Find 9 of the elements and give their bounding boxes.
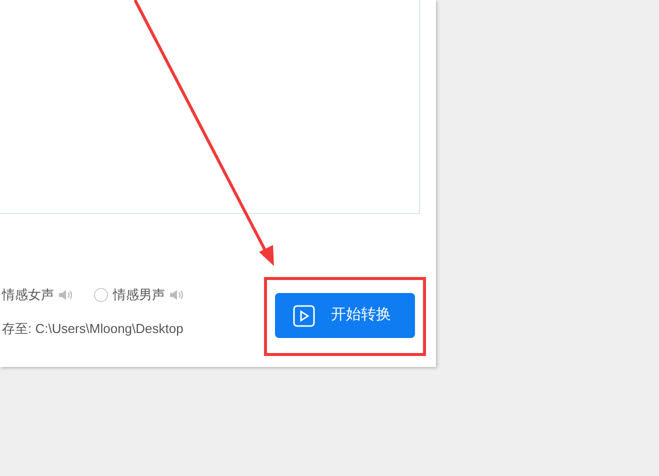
text-area[interactable] xyxy=(0,0,420,214)
start-button[interactable]: 开始转换 xyxy=(275,293,415,338)
radio-button[interactable] xyxy=(94,288,108,302)
speaker-icon xyxy=(58,289,72,301)
play-icon xyxy=(293,304,315,326)
voice-label: 情感男声 xyxy=(113,286,165,304)
speaker-icon xyxy=(169,289,183,301)
save-path: 存至: C:\Users\Mloong\Desktop xyxy=(2,320,184,338)
voice-label: 情感女声 xyxy=(2,286,54,304)
